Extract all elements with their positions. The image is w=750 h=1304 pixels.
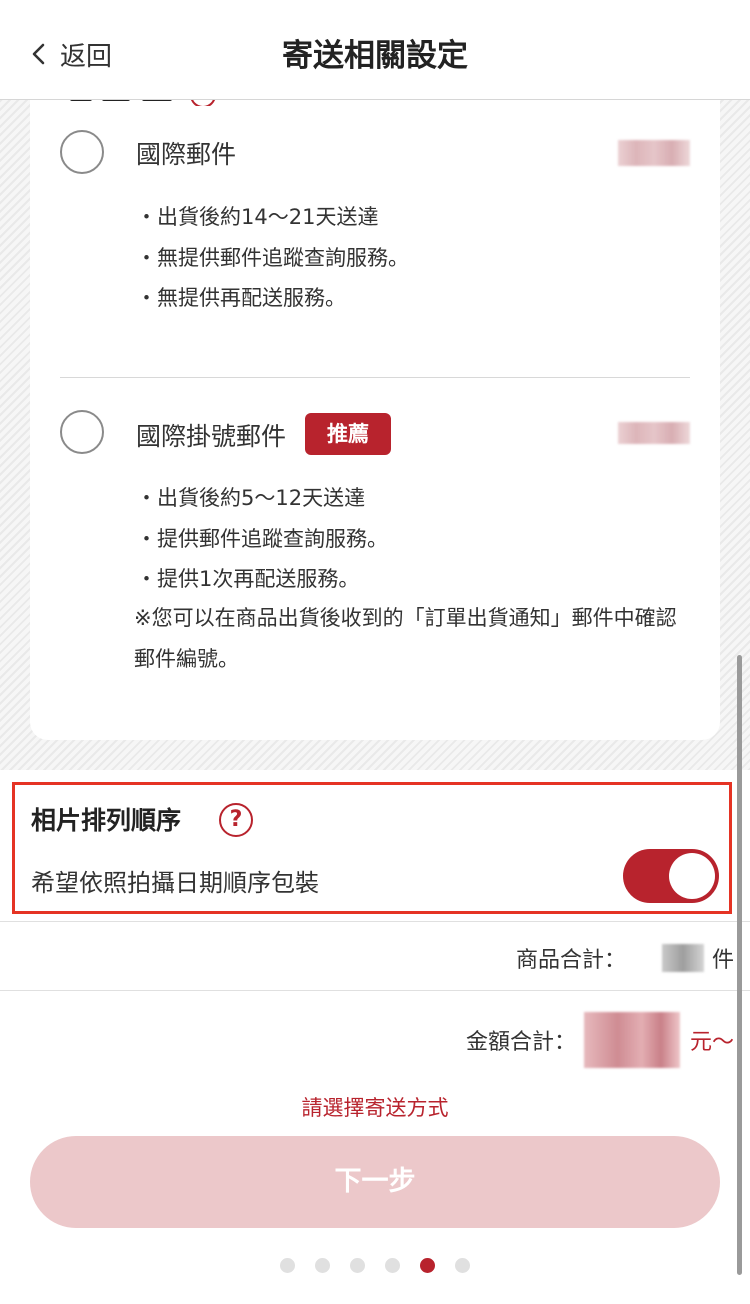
divider: [0, 921, 750, 922]
toggle-knob: [669, 853, 715, 899]
detail-item: ・出貨後約5～12天送達: [136, 486, 366, 510]
photo-order-title: 相片排列順序: [31, 806, 182, 835]
option-price-blurred: [618, 422, 690, 444]
option-name: 國際掛號郵件: [136, 422, 287, 451]
amount-total-label: 金額合計：: [465, 1030, 576, 1055]
photo-order-toggle[interactable]: [623, 849, 719, 903]
items-total-label: 商品合計：: [515, 948, 626, 973]
option-divider: [60, 377, 690, 378]
items-total-row: 商品合計： 件: [516, 942, 734, 974]
detail-item: ・無提供再配送服務。: [136, 286, 346, 310]
page-dot[interactable]: [315, 1258, 330, 1273]
amount-value-blurred: [583, 1012, 680, 1068]
detail-item: ・提供1次再配送服務。: [136, 567, 360, 591]
divider: [0, 990, 750, 991]
photo-order-toggle-label: 希望依照拍攝日期順序包裝: [31, 869, 319, 897]
option-name: 國際郵件: [136, 140, 237, 169]
scrollbar[interactable]: [737, 655, 742, 1275]
radio-intl-mail[interactable]: [60, 130, 104, 174]
detail-item: ・無提供郵件追蹤查詢服務。: [136, 245, 409, 270]
page-dot[interactable]: [455, 1258, 470, 1273]
amount-unit: 元～: [689, 1030, 734, 1055]
items-count-blurred: [661, 944, 704, 972]
pagination-dots: [0, 1258, 750, 1273]
question-circle-icon[interactable]: ?: [219, 803, 253, 837]
app-header: 返回 寄送相關設定: [0, 0, 750, 100]
photo-order-section: 相片排列順序 ? 希望依照拍攝日期順序包裝: [12, 782, 732, 914]
amount-total-row: 金額合計： 元～: [466, 1012, 734, 1068]
page-dot[interactable]: [280, 1258, 295, 1273]
page-title: 寄送相關設定: [282, 38, 468, 74]
page-dot[interactable]: [385, 1258, 400, 1273]
page-dot-active[interactable]: [420, 1258, 435, 1273]
items-unit: 件: [711, 948, 734, 973]
option-details: ・出貨後約14～21天送達 ・無提供郵件追蹤查詢服務。 ・無提供再配送服務。: [136, 197, 409, 319]
next-step-button[interactable]: 下一步: [30, 1136, 720, 1228]
select-shipping-hint: 請選擇寄送方式: [301, 1096, 449, 1120]
tracking-note: ※您可以在商品出貨後收到的「訂單出貨通知」郵件中確認郵件編號。: [134, 606, 677, 671]
detail-item: ・出貨後約14～21天送達: [136, 205, 379, 229]
recommended-badge: 推薦: [305, 413, 391, 455]
option-details: ・出貨後約5～12天送達 ・提供郵件追蹤查詢服務。 ・提供1次再配送服務。: [136, 478, 388, 600]
page-dot[interactable]: [350, 1258, 365, 1273]
radio-intl-registered[interactable]: [60, 410, 104, 454]
option-price-blurred: [618, 140, 690, 166]
detail-item: ・提供郵件追蹤查詢服務。: [136, 526, 388, 551]
